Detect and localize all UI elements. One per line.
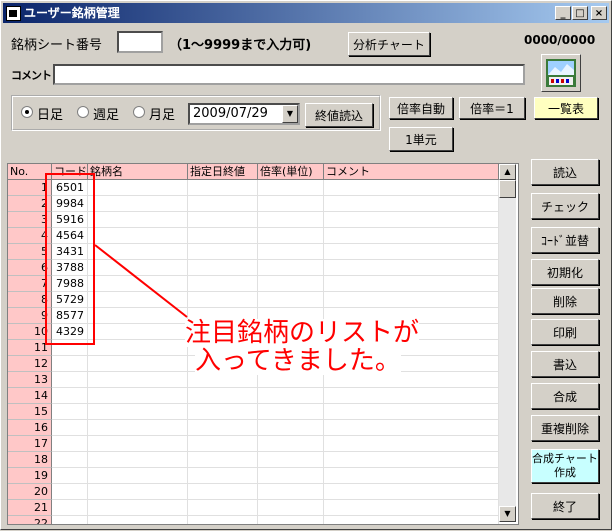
initialize-button[interactable]: 初期化: [531, 259, 599, 285]
app-window: ユーザー銘柄管理 _ □ × 銘柄シート番号 （1～9999まで入力可) 分析チ…: [0, 0, 612, 530]
annotation-line-1: 注目銘柄のリストが: [185, 318, 420, 348]
read-button[interactable]: 読込: [531, 159, 599, 185]
print-button[interactable]: 印刷: [531, 319, 599, 345]
annotation-arrow: [94, 244, 188, 318]
delete-button[interactable]: 削除: [531, 288, 599, 314]
create-combined-chart-button[interactable]: 合成チャート作成: [531, 449, 599, 483]
annotation-line-2: 入ってきました。: [195, 346, 401, 376]
exit-button[interactable]: 終了: [531, 493, 599, 519]
write-button[interactable]: 書込: [531, 351, 599, 377]
check-button[interactable]: チェック: [531, 193, 599, 219]
code-sort-button[interactable]: ｺｰﾄﾞ並替: [531, 227, 599, 253]
combine-button[interactable]: 合成: [531, 383, 599, 409]
remove-duplicates-button[interactable]: 重複削除: [531, 415, 599, 441]
